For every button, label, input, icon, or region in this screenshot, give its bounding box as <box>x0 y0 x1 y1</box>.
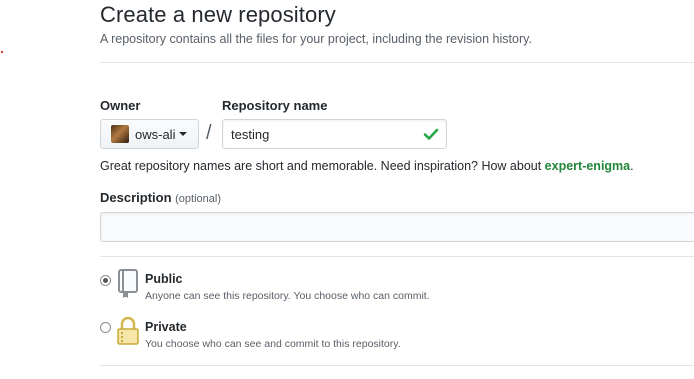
hint-end: . <box>630 159 634 173</box>
description-input[interactable] <box>100 212 694 242</box>
name-suggestion-hint: Great repository names are short and mem… <box>100 159 634 173</box>
page-subtitle: A repository contains all the files for … <box>100 32 532 46</box>
check-icon <box>423 128 439 140</box>
owner-label: Owner <box>100 98 141 113</box>
divider-bottom <box>100 365 694 366</box>
owner-select-button[interactable]: ows-ali <box>100 119 199 149</box>
divider-top <box>100 62 694 63</box>
stray-pixel-marker <box>1 51 3 53</box>
public-option-description: Anyone can see this repository. You choo… <box>145 290 430 302</box>
owner-repo-separator: / <box>206 122 212 144</box>
public-radio[interactable] <box>100 275 111 286</box>
optional-note: (optional) <box>175 193 221 205</box>
description-label-text: Description <box>100 190 172 205</box>
repo-book-icon <box>118 269 138 298</box>
repository-name-input[interactable] <box>222 119 447 149</box>
private-radio[interactable] <box>100 322 111 333</box>
owner-name: ows-ali <box>135 126 176 142</box>
description-label: Description (optional) <box>100 190 221 205</box>
user-avatar <box>111 125 129 143</box>
page-title: Create a new repository <box>100 2 336 27</box>
divider-middle <box>100 256 694 257</box>
private-option-description: You choose who can see and commit to thi… <box>145 338 401 350</box>
hint-text: Great repository names are short and mem… <box>100 159 545 173</box>
suggested-name-link[interactable]: expert-enigma <box>545 159 630 173</box>
public-option-title[interactable]: Public <box>145 272 183 286</box>
chevron-down-icon <box>179 132 188 136</box>
lock-icon <box>117 316 139 345</box>
repository-name-label: Repository name <box>222 98 328 113</box>
private-option-title[interactable]: Private <box>145 320 187 334</box>
